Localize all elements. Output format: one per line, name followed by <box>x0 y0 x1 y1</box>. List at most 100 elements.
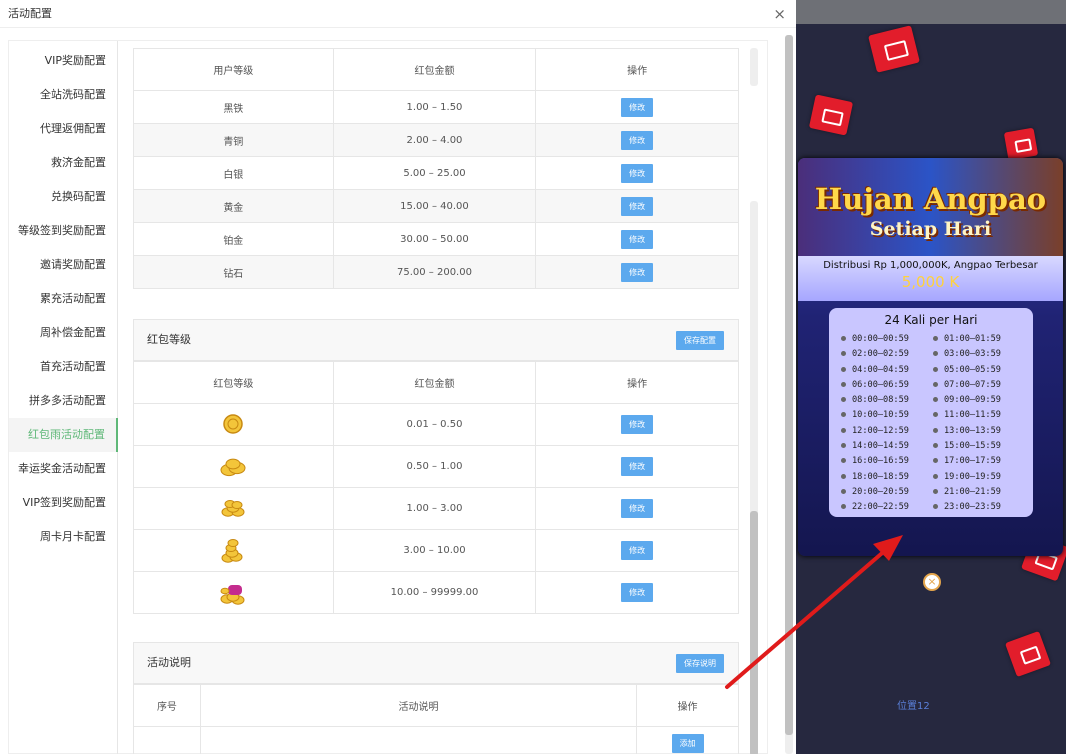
action-cell: 修改 <box>535 445 739 488</box>
angpao-icon <box>1004 630 1052 678</box>
biggest-amount: 5,000 K <box>901 273 960 291</box>
table-row: 白银 5.00 – 25.00 修改 <box>133 156 739 190</box>
edit-button[interactable]: 修改 <box>621 262 654 282</box>
single-coin-icon <box>223 413 244 434</box>
sidebar-item[interactable]: 幸运奖金活动配置 <box>9 452 117 486</box>
banner-close-icon[interactable]: × <box>923 573 941 591</box>
activity-config-modal: 活动配置 × VIP奖励配置 全站洗码配置 代理返佣配置 救济金配置 兑换码配置 等级签到… <box>0 0 796 754</box>
sidebar-item[interactable]: 等级签到奖励配置 <box>9 214 117 248</box>
amount-cell: 2.00 – 4.00 <box>332 123 537 157</box>
sidebar-item[interactable]: 兑换码配置 <box>9 180 117 214</box>
sidebar-item[interactable]: VIP签到奖励配置 <box>9 486 117 520</box>
schedule-slot: 12:00–12:59 <box>841 425 933 437</box>
sidebar-item[interactable]: 周卡月卡配置 <box>9 520 117 554</box>
schedule-slot: 04:00–04:59 <box>841 364 933 376</box>
sidebar-item[interactable]: 全站洗码配置 <box>9 78 117 112</box>
col-header: 活动说明 <box>199 684 638 727</box>
amount-cell: 5.00 – 25.00 <box>332 156 537 190</box>
col-header: 红包金额 <box>332 361 537 404</box>
col-header: 用户等级 <box>133 48 334 91</box>
edit-button[interactable]: 修改 <box>621 229 654 249</box>
table-row: 黄金 15.00 – 40.00 修改 <box>133 189 739 223</box>
modal-body: VIP奖励配置 全站洗码配置 代理返佣配置 救济金配置 兑换码配置 等级签到奖励配置 邀请奖… <box>8 40 768 754</box>
action-cell: 修改 <box>535 255 739 289</box>
table-row: 0.01 – 0.50 修改 <box>133 403 739 446</box>
edit-button[interactable]: 修改 <box>621 196 654 216</box>
col-header: 红包等级 <box>133 361 334 404</box>
icon-cell <box>133 571 334 614</box>
sidebar-item[interactable]: 代理返佣配置 <box>9 112 117 146</box>
schedule-slot: 00:00–00:59 <box>841 333 933 345</box>
sidebar-item[interactable]: 首充活动配置 <box>9 350 117 384</box>
action-cell: 修改 <box>535 90 739 124</box>
angpao-rain-banner: Hujan Angpao Setiap Hari Distribusi Rp 1… <box>798 158 1063 556</box>
schedule-slot: 03:00–03:59 <box>933 348 1025 360</box>
sidebar-item[interactable]: 拼多多活动配置 <box>9 384 117 418</box>
edit-button[interactable]: 修改 <box>621 457 654 476</box>
modal-scrollbar[interactable] <box>785 35 793 754</box>
sidebar-item[interactable]: VIP奖励配置 <box>9 44 117 78</box>
col-header: 操作 <box>535 48 739 91</box>
action-cell: 修改 <box>535 156 739 190</box>
icon-cell <box>133 445 334 488</box>
schedule-slot: 02:00–02:59 <box>841 348 933 360</box>
action-cell: 修改 <box>535 529 739 572</box>
sidebar-item[interactable]: 周补偿金配置 <box>9 316 117 350</box>
add-button[interactable]: 添加 <box>671 733 704 753</box>
modal-scrollbar-thumb[interactable] <box>785 35 793 735</box>
amount-cell: 1.00 – 1.50 <box>332 90 537 124</box>
table-row: 钻石 75.00 – 200.00 修改 <box>133 255 739 289</box>
schedule-slot: 16:00–16:59 <box>841 455 933 467</box>
sidebar-item[interactable]: 累充活动配置 <box>9 282 117 316</box>
schedule-slot: 19:00–19:59 <box>933 471 1025 483</box>
angpao-icon <box>808 94 854 136</box>
table-cell: 添加 <box>636 726 739 754</box>
amount-cell: 15.00 – 40.00 <box>332 189 537 223</box>
action-cell: 修改 <box>535 189 739 223</box>
sidebar-item[interactable]: 红包雨活动配置 <box>9 418 118 452</box>
table-row: 青铜 2.00 – 4.00 修改 <box>133 123 739 157</box>
distribution-text: Distribusi Rp 1,000,000K, Angpao Terbesa… <box>823 260 1038 271</box>
level-cell: 铂金 <box>133 222 334 256</box>
activity-desc-header: 活动说明 保存说明 <box>133 642 739 684</box>
edit-button[interactable]: 修改 <box>621 163 654 183</box>
coin-pile-icon <box>220 458 246 476</box>
sidebar-item[interactable]: 邀请奖励配置 <box>9 248 117 282</box>
distribution-box: Distribusi Rp 1,000,000K, Angpao Terbesa… <box>798 256 1063 301</box>
edit-button[interactable]: 修改 <box>621 541 654 560</box>
schedule-slot: 10:00–10:59 <box>841 409 933 421</box>
schedule-box: 24 Kali per Hari 00:00–00:59 01:00–01:59 0… <box>829 308 1033 517</box>
save-desc-button[interactable]: 保存说明 <box>676 654 724 673</box>
table-row: 3.00 – 10.00 修改 <box>133 529 739 572</box>
inner-scrollbar[interactable] <box>750 48 758 86</box>
table-row: 0.50 – 1.00 修改 <box>133 445 739 488</box>
edit-button[interactable]: 修改 <box>621 415 654 434</box>
schedule-slot: 11:00–11:59 <box>933 409 1025 421</box>
background-label: 位置12 <box>897 701 930 712</box>
activity-desc-table: 序号 活动说明 操作 添加 <box>133 684 739 754</box>
table-row: 铂金 30.00 – 50.00 修改 <box>133 222 739 256</box>
edit-button[interactable]: 修改 <box>621 130 654 150</box>
level-cell: 白银 <box>133 156 334 190</box>
save-config-button[interactable]: 保存配置 <box>676 331 724 350</box>
table-row: 黑铁 1.00 – 1.50 修改 <box>133 90 739 124</box>
table-row: 1.00 – 3.00 修改 <box>133 487 739 530</box>
schedule-slot: 06:00–06:59 <box>841 379 933 391</box>
edit-button[interactable]: 修改 <box>621 499 654 518</box>
schedule-grid: 00:00–00:59 01:00–01:59 02:00–02:59 03:00–0… <box>841 333 1031 513</box>
packet-level-table: 红包等级 红包金额 操作 0.01 – 0.50 修改 0.50 – 1.00 修改 1… <box>133 361 739 614</box>
packet-level-title: 红包等级 <box>147 333 191 346</box>
content-scrollbar[interactable] <box>750 201 758 754</box>
schedule-slot: 21:00–21:59 <box>933 486 1025 498</box>
sidebar-item[interactable]: 救济金配置 <box>9 146 117 180</box>
edit-button[interactable]: 修改 <box>621 97 654 117</box>
content-scrollbar-thumb[interactable] <box>750 511 758 754</box>
amount-cell: 10.00 – 99999.00 <box>332 571 537 614</box>
edit-button[interactable]: 修改 <box>621 583 654 602</box>
schedule-slot: 18:00–18:59 <box>841 471 933 483</box>
schedule-slot: 05:00–05:59 <box>933 364 1025 376</box>
angpao-icon <box>1003 127 1039 161</box>
close-icon[interactable]: × <box>773 0 786 28</box>
angpao-icon <box>868 25 920 73</box>
action-cell: 修改 <box>535 123 739 157</box>
